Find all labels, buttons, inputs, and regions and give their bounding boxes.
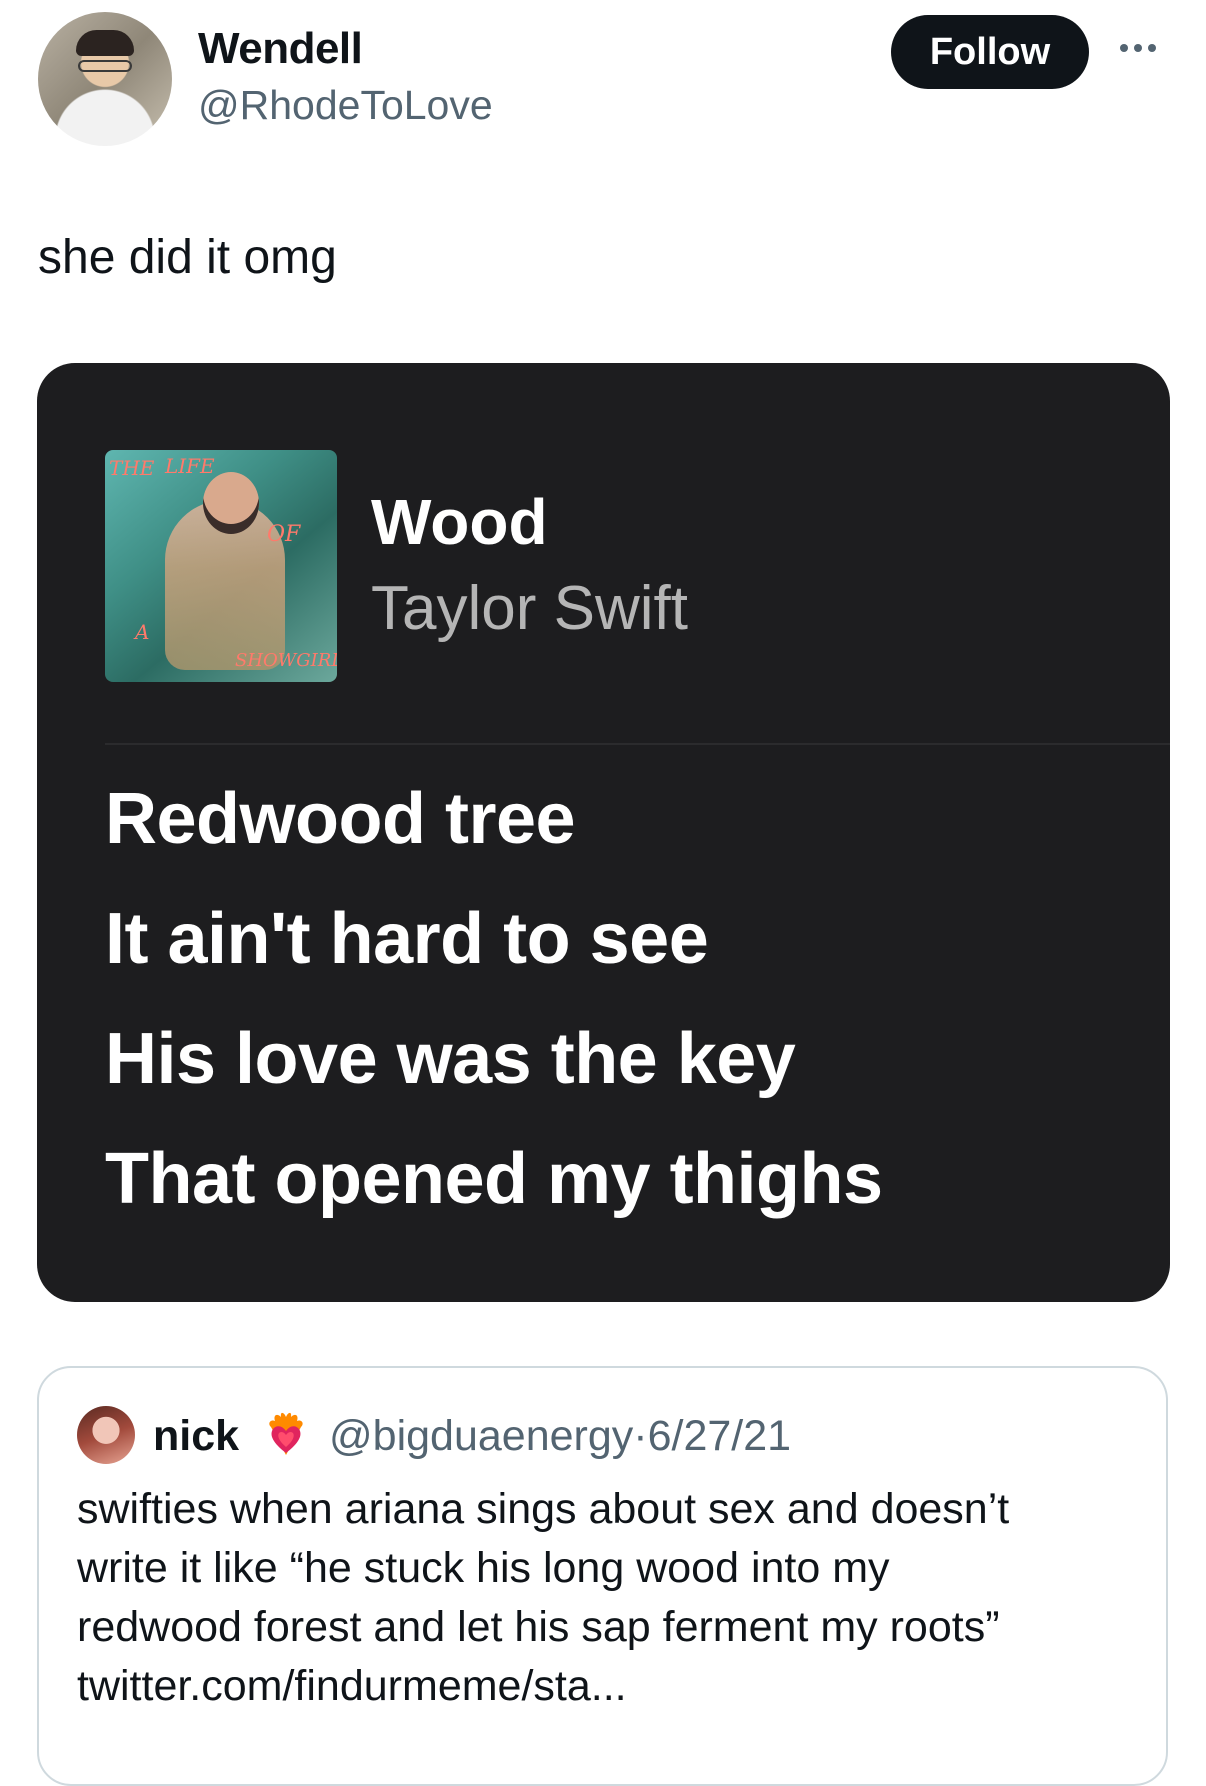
quoted-date: 6/27/21 [647, 1412, 792, 1460]
cover-text-of: OF [267, 522, 301, 547]
author-display-name[interactable]: Wendell [198, 24, 363, 74]
quoted-author-handle: @bigduaenergy [329, 1412, 634, 1460]
heart-on-fire-icon [261, 1409, 311, 1459]
cover-text-life: LIFE [165, 454, 215, 478]
quoted-text-link[interactable]: twitter.com/findurmeme/sta... [77, 1657, 1117, 1716]
cover-text-a: A [135, 620, 150, 644]
avatar-glasses [78, 60, 132, 72]
song-title: Wood [371, 486, 548, 558]
lyrics-card-image[interactable]: THE LIFE OF A SHOWGIRL Wood Taylor Swift… [37, 363, 1170, 1302]
cover-text-the: THE [109, 456, 155, 480]
quoted-author-name: nick [153, 1412, 240, 1460]
avatar-hair [76, 30, 134, 56]
album-cover: THE LIFE OF A SHOWGIRL [105, 450, 337, 682]
follow-button[interactable]: Follow [891, 15, 1089, 89]
lyric-line: His love was the key [105, 1019, 796, 1099]
author-handle[interactable]: @RhodeToLove [198, 82, 493, 129]
quoted-text-line: redwood forest and let his sap ferment m… [77, 1603, 1000, 1651]
quoted-tweet-text: swifties when ariana sings about sex and… [77, 1480, 1117, 1716]
meta-separator: · [633, 1412, 648, 1460]
quoted-handle-and-date: @bigduaenergy·6/27/21 [329, 1412, 791, 1461]
quoted-text-line: write it like “he stuck his long wood in… [77, 1544, 890, 1592]
cover-text-showgirl: SHOWGIRL [235, 650, 337, 671]
song-artist: Taylor Swift [371, 574, 688, 643]
tweet-text: she did it omg [38, 231, 337, 284]
card-divider [105, 743, 1170, 745]
lyric-line: That opened my thighs [105, 1139, 883, 1219]
quoted-text-line: swifties when ariana sings about sex and… [77, 1485, 1010, 1533]
author-avatar[interactable] [38, 12, 172, 146]
cover-head [203, 472, 259, 534]
more-horizontal-icon[interactable] [1120, 38, 1166, 58]
quoted-author-avatar [77, 1406, 135, 1464]
lyric-line: Redwood tree [105, 779, 576, 859]
lyric-line: It ain't hard to see [105, 899, 709, 979]
quoted-tweet[interactable]: nick @bigduaenergy·6/27/21 swifties when… [37, 1366, 1168, 1786]
